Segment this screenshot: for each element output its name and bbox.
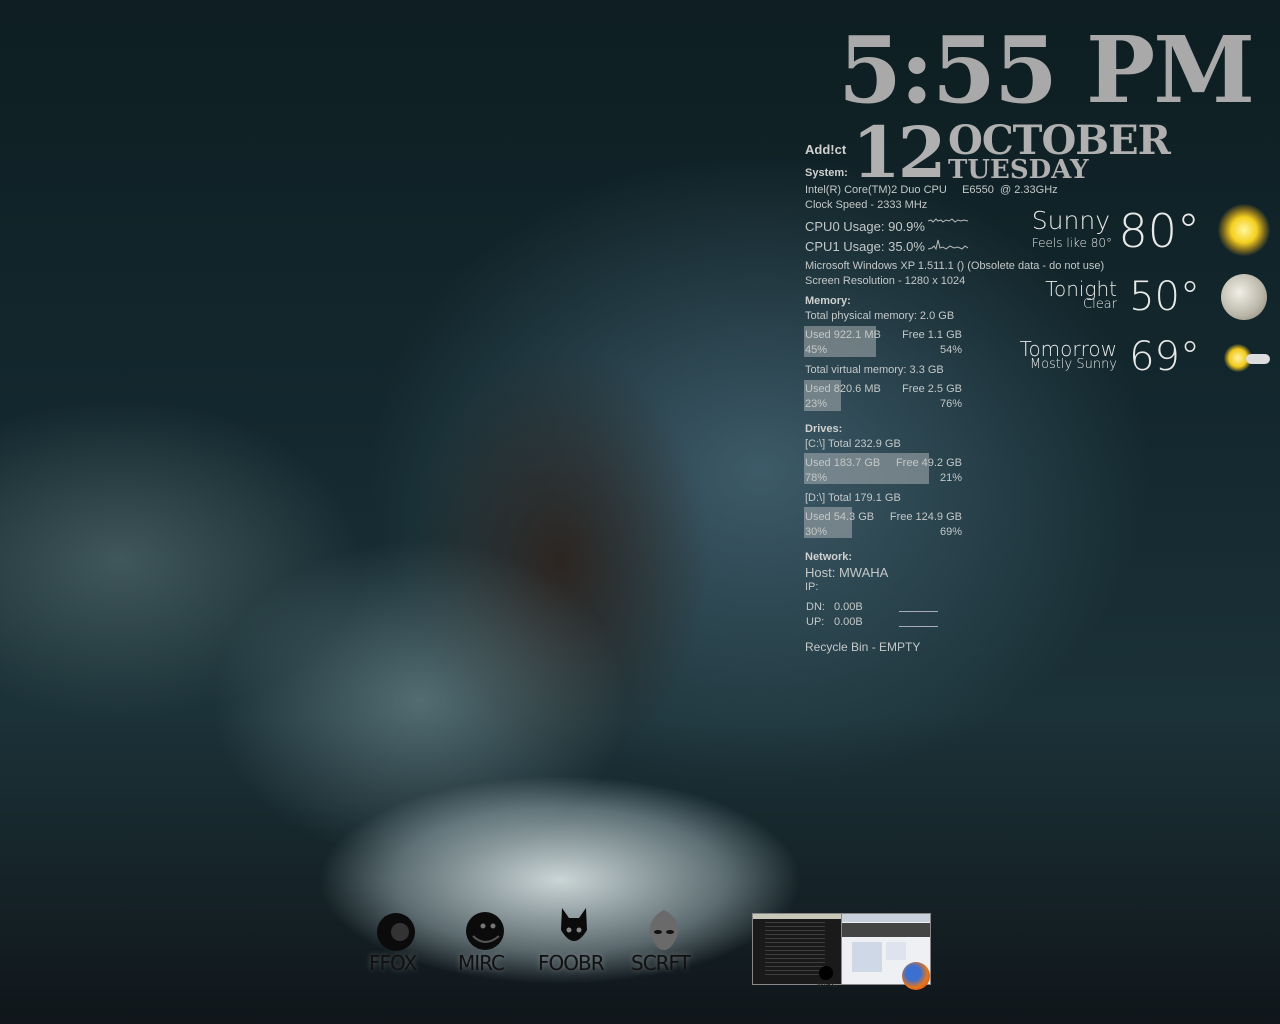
recycle-bin-status[interactable]: Recycle Bin - EMPTY: [805, 641, 920, 654]
physical-memory-used-pct: 45%: [805, 344, 828, 356]
drive-d-used: Used 54.3 GB: [805, 511, 875, 523]
network-dn-value: 0.00B: [834, 601, 863, 613]
cpu-model: Intel(R) Core(TM)2 Duo CPU E6550 @ 2.33G…: [805, 184, 1058, 196]
virtual-memory-used: Used 820.6 MB: [805, 383, 881, 395]
weather-tonight-temp: 50°: [1129, 274, 1200, 320]
foobar-launcher[interactable]: [559, 906, 589, 952]
drive-c-free: Free 49.2 GB: [895, 457, 962, 469]
firefox-launcher[interactable]: [374, 910, 418, 952]
weather-tonight-condition: Clear: [1083, 297, 1117, 312]
cpu0-usage: CPU0 Usage: 90.9%: [805, 219, 925, 234]
memory-heading: Memory:: [805, 295, 851, 307]
drive-c-used: Used 183.7 GB: [805, 457, 881, 469]
mirc-thumbnail-label: MIRC: [817, 980, 838, 989]
drive-d-free-pct: 69%: [939, 526, 962, 538]
moon-icon: [1221, 274, 1267, 320]
network-up-label: UP:: [806, 616, 825, 628]
clock-day: 12: [852, 111, 946, 194]
drive-c-total: [C:\] Total 232.9 GB: [805, 438, 901, 450]
mirc-launcher[interactable]: [463, 910, 507, 952]
weather-now-temp: 80°: [1118, 204, 1200, 258]
network-dn-label: DN:: [806, 601, 825, 613]
drive-c-used-pct: 78%: [805, 472, 828, 484]
sun-icon: [1218, 204, 1270, 256]
cpu1-usage: CPU1 Usage: 35.0%: [805, 239, 925, 254]
mirc-label[interactable]: MIRC: [458, 951, 505, 975]
virtual-memory-used-pct: 23%: [805, 398, 828, 410]
virtual-memory-free-pct: 76%: [939, 398, 962, 410]
foobar-label[interactable]: FOOBR: [538, 951, 605, 975]
firefox-icon: [902, 962, 930, 990]
mirc-window-thumbnail[interactable]: MIRC: [752, 913, 842, 989]
physical-memory-free: Free 1.1 GB: [902, 329, 962, 341]
weather-tomorrow-condition: Mostly Sunny: [1029, 357, 1117, 372]
drive-d-used-pct: 30%: [805, 526, 828, 538]
system-heading: System:: [805, 167, 848, 179]
weather-tomorrow-temp: 69°: [1129, 334, 1200, 380]
drives-heading: Drives:: [805, 423, 843, 435]
weather-now-feels: Feels like 80°: [1031, 236, 1112, 250]
drive-d-free: Free 124.9 GB: [889, 511, 962, 523]
network-dn-graph: [899, 611, 938, 612]
screen-resolution: Screen Resolution - 1280 x 1024: [805, 275, 966, 287]
partly-sunny-icon: [1222, 342, 1272, 376]
virtual-memory-free: Free 2.5 GB: [902, 383, 962, 395]
clock-speed: Clock Speed - 2333 MHz: [805, 199, 928, 211]
network-up-value: 0.00B: [834, 616, 863, 628]
scrft-launcher[interactable]: [646, 908, 682, 952]
firefox-label[interactable]: FFOX: [369, 951, 417, 975]
scrft-label[interactable]: SCRFT: [631, 951, 691, 975]
drive-c-free-pct: 21%: [939, 472, 962, 484]
physical-memory-free-pct: 54%: [939, 344, 962, 356]
brand-label: Add!ct: [805, 142, 847, 157]
physical-memory-total: Total physical memory: 2.0 GB: [805, 310, 955, 322]
virtual-memory-total: Total virtual memory: 3.3 GB: [805, 364, 944, 376]
weather-now-condition: Sunny: [1031, 206, 1110, 235]
mirc-icon: [466, 912, 504, 950]
cpu1-graph: [928, 239, 968, 251]
physical-memory-used: Used 922.1 MB: [805, 329, 881, 341]
clock-time: 5:55 PM: [838, 16, 1255, 124]
drive-d-total: [D:\] Total 179.1 GB: [805, 492, 901, 504]
network-up-graph: [899, 626, 938, 627]
network-ip: IP:: [805, 581, 819, 593]
scrft-icon: [649, 910, 679, 950]
firefox-window-thumbnail[interactable]: [841, 913, 931, 990]
firefox-icon: [377, 913, 415, 951]
foobar-icon: [561, 908, 587, 941]
network-heading: Network:: [805, 551, 853, 563]
network-host: Host: MWAHA: [805, 565, 889, 580]
os-version: Microsoft Windows XP 1.511.1 () (Obsolet…: [805, 260, 1105, 272]
cpu0-graph: [928, 218, 968, 223]
clock-weekday: TUESDAY: [948, 155, 1089, 185]
